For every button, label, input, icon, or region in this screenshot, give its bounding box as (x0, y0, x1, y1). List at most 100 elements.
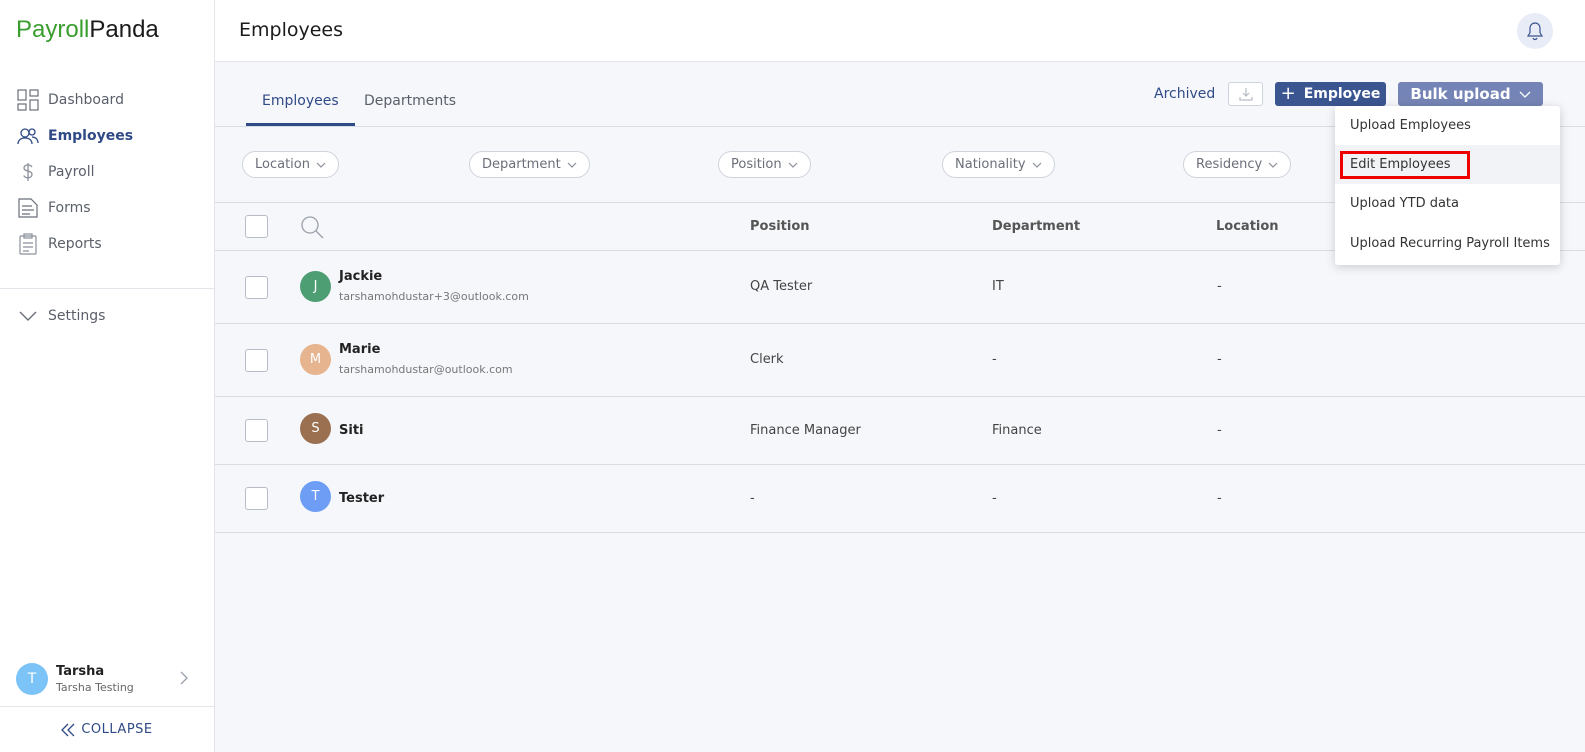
menu-item-upload-recurring-payroll-items[interactable]: Upload Recurring Payroll Items (1335, 224, 1560, 263)
sidebar-item-label: Dashboard (48, 92, 124, 108)
column-header-location[interactable]: Location (1216, 219, 1279, 234)
users-icon (17, 125, 39, 147)
sidebar-item-label: Settings (48, 308, 106, 324)
dashboard-icon (17, 89, 39, 111)
header: Employees (215, 0, 1585, 62)
menu-item-label: Edit Employees (1350, 157, 1451, 172)
add-employee-label: Employee (1303, 86, 1381, 102)
avatar: T (300, 481, 331, 512)
search-icon[interactable] (300, 215, 324, 239)
chevron-down-icon (316, 162, 326, 168)
employee-name[interactable]: Jackie (339, 269, 382, 284)
avatar: M (300, 344, 331, 375)
clipboard-icon (17, 233, 39, 255)
download-button[interactable] (1228, 82, 1263, 106)
filter-nationality[interactable]: Nationality (942, 151, 1055, 178)
double-chevron-left-icon (61, 723, 75, 736)
cell-department: Finance (992, 423, 1042, 438)
avatar: J (300, 271, 331, 302)
user-info: Tarsha Tarsha Testing (56, 664, 134, 694)
filter-label: Position (731, 157, 782, 172)
row-checkbox[interactable] (245, 487, 268, 510)
chevron-right-icon (180, 671, 188, 685)
archived-link[interactable]: Archived (1154, 86, 1215, 102)
add-employee-button[interactable]: + Employee (1275, 82, 1386, 106)
sidebar-item-label: Forms (48, 200, 91, 216)
bulk-upload-button[interactable]: Bulk upload (1398, 82, 1543, 106)
sidebar-item-forms[interactable]: Forms (0, 190, 214, 226)
filter-label: Department (482, 157, 561, 172)
cell-department: - (992, 352, 997, 367)
download-icon (1238, 88, 1253, 101)
column-header-position[interactable]: Position (750, 219, 810, 234)
row-checkbox[interactable] (245, 419, 268, 442)
cell-position: Finance Manager (750, 423, 861, 438)
bell-icon (1526, 22, 1544, 41)
employee-email: tarshamohdustar@outlook.com (339, 363, 513, 376)
page-title: Employees (239, 19, 343, 41)
sidebar-item-settings[interactable]: Settings (0, 298, 214, 334)
sidebar-divider (0, 288, 214, 289)
chevron-down-icon (1032, 162, 1042, 168)
menu-item-edit-employees[interactable]: Edit Employees (1335, 145, 1560, 184)
tab-employees[interactable]: Employees (246, 92, 355, 126)
filter-label: Location (255, 157, 310, 172)
table-row[interactable]: M Marie tarshamohdustar@outlook.com Cler… (215, 324, 1585, 397)
user-name: Tarsha (56, 664, 105, 679)
cell-position: - (750, 491, 755, 506)
chevron-down-icon (788, 162, 798, 168)
user-subtitle: Tarsha Testing (56, 681, 134, 694)
cell-position: Clerk (750, 352, 784, 367)
collapse-label: COLLAPSE (81, 722, 153, 737)
brand-logo[interactable]: PayrollPanda (16, 16, 159, 44)
row-checkbox[interactable] (245, 276, 268, 299)
tab-departments[interactable]: Departments (348, 92, 472, 126)
sidebar-item-dashboard[interactable]: Dashboard (0, 82, 214, 118)
forms-icon (17, 197, 39, 219)
sidebar-item-label: Employees (48, 128, 134, 144)
chevron-down-icon (17, 305, 39, 327)
collapse-button[interactable]: COLLAPSE (0, 706, 214, 752)
bulk-upload-menu: Upload Employees Edit Employees Upload Y… (1335, 106, 1560, 265)
sidebar-item-payroll[interactable]: Payroll (0, 154, 214, 190)
filter-position[interactable]: Position (718, 151, 811, 178)
notifications-button[interactable] (1517, 13, 1553, 49)
sidebar-settings: Settings (0, 298, 214, 334)
employee-name[interactable]: Marie (339, 342, 380, 357)
cell-location: - (1217, 352, 1222, 367)
avatar: T (16, 663, 48, 695)
cell-department: - (992, 491, 997, 506)
filter-residency[interactable]: Residency (1183, 151, 1292, 178)
column-header-department[interactable]: Department (992, 219, 1080, 234)
dollar-icon (17, 161, 39, 183)
table-row[interactable]: S Siti Finance Manager Finance - (215, 397, 1585, 465)
sidebar-item-reports[interactable]: Reports (0, 226, 214, 262)
chevron-down-icon (1268, 162, 1278, 168)
cell-location: - (1217, 423, 1222, 438)
user-profile[interactable]: T Tarsha Tarsha Testing (16, 661, 196, 697)
employee-name[interactable]: Tester (339, 491, 384, 506)
plus-icon: + (1280, 83, 1296, 104)
sidebar-nav: Dashboard Employees Payroll Forms Report… (0, 82, 214, 262)
filter-location[interactable]: Location (242, 151, 339, 178)
menu-item-upload-ytd-data[interactable]: Upload YTD data (1335, 184, 1560, 223)
chevron-down-icon (1519, 91, 1531, 98)
cell-location: - (1217, 491, 1222, 506)
employee-name[interactable]: Siti (339, 423, 364, 438)
row-checkbox[interactable] (245, 349, 268, 372)
filter-label: Nationality (955, 157, 1026, 172)
sidebar-item-label: Reports (48, 236, 102, 252)
sidebar-item-label: Payroll (48, 164, 95, 180)
filter-department[interactable]: Department (469, 151, 590, 178)
bulk-upload-label: Bulk upload (1410, 85, 1511, 103)
sidebar-item-employees[interactable]: Employees (0, 118, 214, 154)
select-all-checkbox[interactable] (245, 215, 268, 238)
brand-logo-part2: Panda (89, 16, 159, 43)
cell-department: IT (992, 279, 1004, 294)
cell-location: - (1217, 279, 1222, 294)
cell-position: QA Tester (750, 279, 813, 294)
sidebar: PayrollPanda Dashboard Employees Payroll… (0, 0, 215, 752)
table-row[interactable]: T Tester - - - (215, 465, 1585, 533)
menu-item-upload-employees[interactable]: Upload Employees (1335, 106, 1560, 145)
avatar: S (300, 413, 331, 444)
